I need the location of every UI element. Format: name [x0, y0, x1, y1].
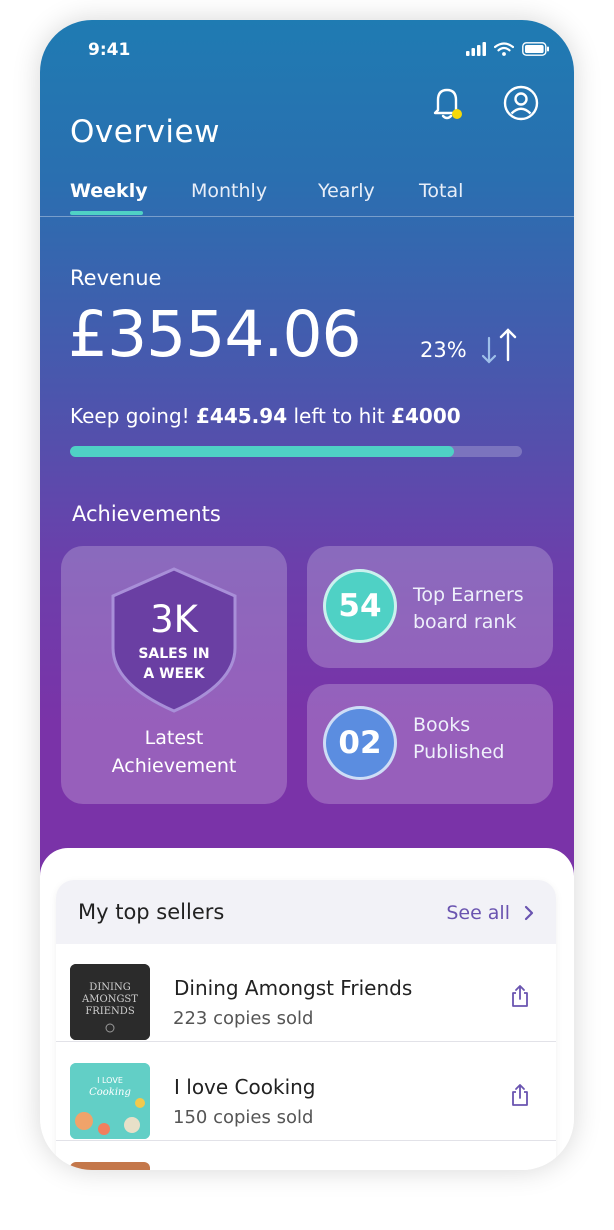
cover-text-1: I LOVE: [97, 1076, 123, 1085]
bottom-sheet: My top sellers See all DINING AMONGST FR…: [40, 848, 574, 1170]
share-icon[interactable]: [510, 1083, 530, 1111]
status-bar: 9:41: [40, 40, 574, 64]
bell-icon[interactable]: [428, 84, 466, 122]
top-sellers-title: My top sellers: [78, 900, 225, 924]
cover-text-3: FRIENDS: [85, 1006, 134, 1017]
tab-yearly[interactable]: Yearly: [318, 180, 375, 202]
achievement-caption-line1: SALES IN: [138, 646, 210, 662]
profile-icon[interactable]: [502, 84, 540, 122]
goal-target: £4000: [391, 404, 461, 428]
see-all-link[interactable]: See all: [446, 902, 534, 924]
book-title: Dining Amongst Friends: [174, 976, 413, 1000]
achievement-caption: SALES IN A WEEK: [61, 644, 287, 684]
tab-total[interactable]: Total: [419, 180, 463, 202]
latest-label-line1: Latest: [144, 727, 204, 749]
see-all-label: See all: [446, 902, 510, 924]
rank-label-line1: Top Earners: [413, 584, 524, 606]
book-cover: I LOVE Cooking: [70, 1063, 150, 1139]
signal-icon: [466, 42, 486, 56]
latest-label-line2: Achievement: [111, 755, 237, 777]
books-card[interactable]: 02 Books Published: [307, 684, 553, 804]
latest-achievement-label: Latest Achievement: [61, 724, 287, 780]
chevron-right-icon: [524, 905, 534, 921]
rank-badge: 54: [323, 569, 397, 643]
achievements-title: Achievements: [72, 502, 221, 526]
goal-text: Keep going! £445.94 left to hit £4000: [70, 404, 461, 428]
revenue-amount: £3554.06: [68, 298, 362, 371]
copies-sold: 223 copies sold: [173, 1008, 314, 1029]
goal-prefix: Keep going!: [70, 404, 197, 428]
list-item[interactable]: I LOVE Cooking I love Cooking 150 copies…: [56, 1043, 556, 1141]
goal-remaining: £445.94: [196, 404, 288, 428]
rank-label-line2: board rank: [413, 611, 517, 633]
status-time: 9:41: [88, 40, 131, 60]
wifi-icon: [494, 42, 514, 56]
notification-dot-icon: [452, 109, 462, 119]
cover-text-1: DINING: [89, 982, 130, 993]
books-label: Books Published: [413, 712, 504, 766]
books-badge: 02: [323, 706, 397, 780]
row-divider: [56, 1140, 556, 1141]
phone-frame: 9:41 Overview Weekly Monthly Yearly Tota…: [40, 20, 574, 1170]
book-cover: DINING AMONGST FRIENDS: [70, 964, 150, 1040]
goal-middle: left to hit: [287, 404, 392, 428]
achievement-number: 3K: [150, 598, 198, 641]
page-title: Overview: [70, 114, 220, 150]
revenue-change: 23%: [420, 338, 467, 362]
achievement-caption-line2: A WEEK: [143, 666, 205, 682]
list-item[interactable]: [56, 1142, 556, 1170]
battery-icon: [522, 42, 549, 56]
goal-progress-bar: [70, 446, 522, 457]
tab-weekly[interactable]: Weekly: [70, 180, 148, 202]
books-label-line2: Published: [413, 741, 505, 763]
top-sellers-card: My top sellers See all DINING AMONGST FR…: [56, 880, 556, 1170]
books-label-line1: Books: [413, 714, 471, 736]
cover-text-2: Cooking: [89, 1087, 131, 1098]
cover-text-2: AMONGST: [81, 994, 138, 1005]
tab-monthly[interactable]: Monthly: [191, 180, 267, 202]
latest-achievement-card[interactable]: 3K SALES IN A WEEK Latest Achievement: [61, 546, 287, 804]
tabs-divider: [40, 216, 574, 217]
arrows-icon: [480, 326, 522, 370]
rank-card[interactable]: 54 Top Earners board rank: [307, 546, 553, 668]
revenue-label: Revenue: [70, 266, 162, 290]
row-divider: [56, 1041, 556, 1042]
top-sellers-header: My top sellers See all: [56, 880, 556, 944]
list-item[interactable]: DINING AMONGST FRIENDS Dining Amongst Fr…: [56, 944, 556, 1042]
book-title: I love Cooking: [174, 1075, 316, 1099]
active-tab-indicator: [70, 211, 143, 215]
share-icon[interactable]: [510, 984, 530, 1012]
rank-label: Top Earners board rank: [413, 582, 524, 636]
book-cover: [70, 1162, 150, 1170]
goal-progress-fill: [70, 446, 455, 457]
overview-hero: 9:41 Overview Weekly Monthly Yearly Tota…: [40, 20, 574, 900]
copies-sold: 150 copies sold: [173, 1107, 314, 1128]
